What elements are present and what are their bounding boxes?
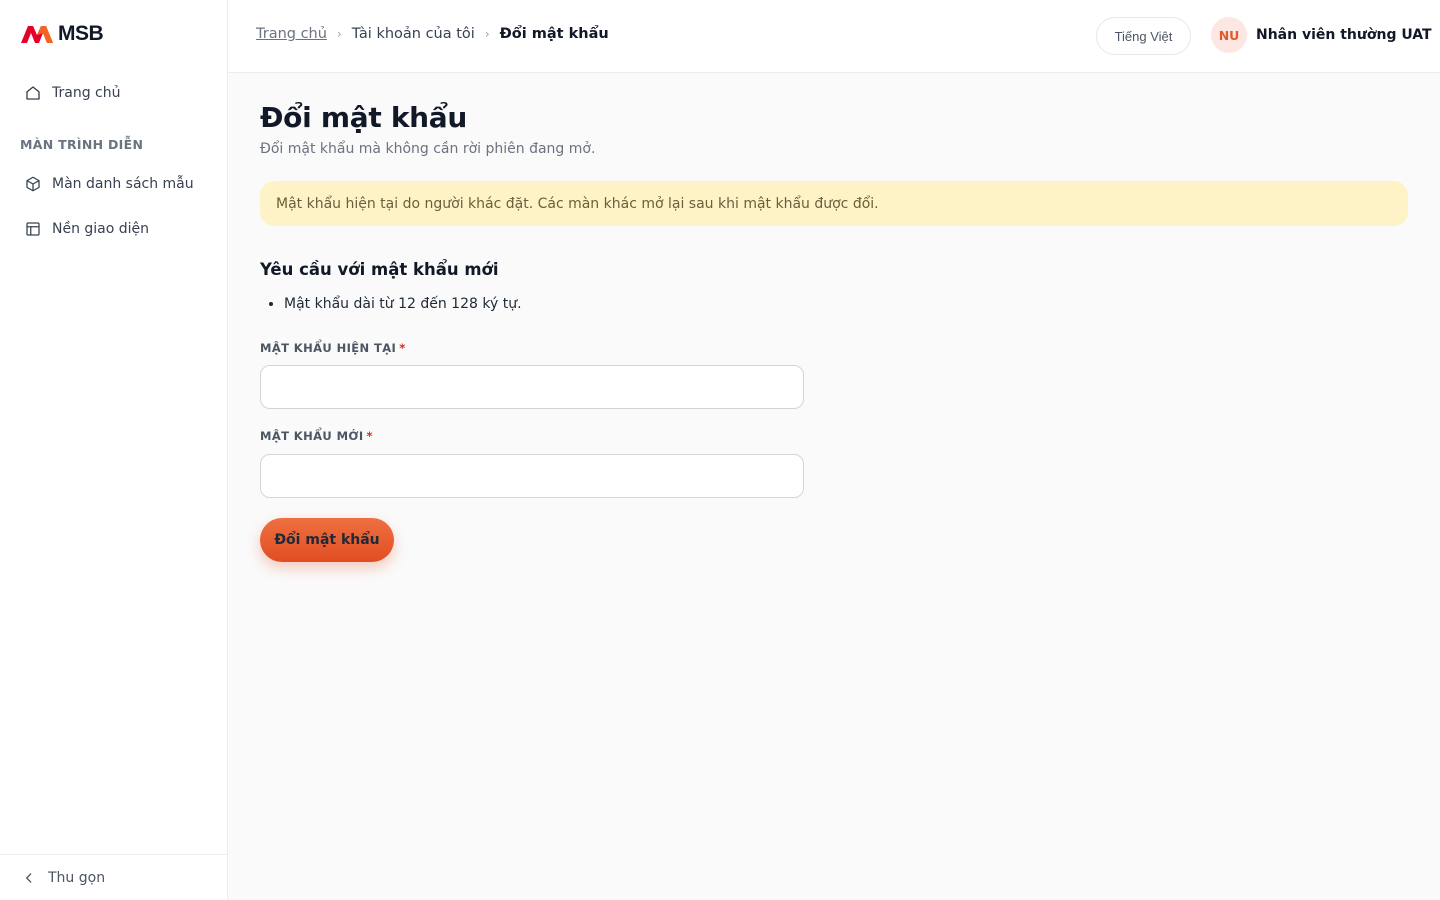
breadcrumb-separator-icon: › [484,27,490,41]
current-password-label-text: MẬT KHẨU HIỆN TẠI [260,341,397,355]
sidebar: MSB Trang chủ MÀN TRÌNH DIỄN Màn danh sá… [0,0,228,900]
top-bar: Trang chủ › Tài khoản của tôi › Đổi mật … [228,0,1440,73]
layout-icon [26,222,40,236]
language-switch-button[interactable]: Tiếng Việt [1096,17,1191,55]
new-password-label-text: MẬT KHẨU MỚI [260,429,364,443]
new-password-input[interactable] [260,454,804,498]
page-title: Đổi mật khẩu [260,101,468,134]
breadcrumb-home-link[interactable]: Trang chủ [256,26,327,42]
collapse-label: Thu gọn [48,869,106,886]
required-mark: * [399,341,406,355]
cube-icon [26,176,40,192]
chevron-left-icon [26,872,32,883]
home-icon [26,86,40,100]
user-name: Nhân viên thường UAT [1256,27,1432,43]
warning-alert: Mật khẩu hiện tại do người khác đặt. Các… [260,181,1408,226]
msb-logo[interactable]: MSB [20,22,104,46]
sidebar-section-title: MÀN TRÌNH DIỄN [20,137,144,152]
breadcrumb: Trang chủ › Tài khoản của tôi › Đổi mật … [256,26,609,42]
alert-text: Mật khẩu hiện tại do người khác đặt. Các… [276,195,879,212]
breadcrumb-current: Đổi mật khẩu [499,26,609,42]
avatar: NU [1211,17,1247,53]
sidebar-item-home[interactable]: Trang chủ [24,84,120,102]
user-menu[interactable]: NU Nhân viên thường UAT [1211,17,1432,53]
sidebar-item-label: Nền giao diện [52,221,150,237]
current-password-input[interactable] [260,365,804,409]
required-mark: * [366,429,373,443]
new-password-label: MẬT KHẨU MỚI * [260,429,373,443]
collapse-sidebar-button[interactable]: Thu gọn [0,854,227,900]
change-password-button[interactable]: Đổi mật khẩu [260,518,394,562]
msb-logo-mark-icon [21,26,53,43]
sidebar-item-label: Trang chủ [52,85,121,101]
breadcrumb-account[interactable]: Tài khoản của tôi [352,26,475,42]
sidebar-item-label: Màn danh sách mẫu [52,176,194,192]
requirements-list: Mật khẩu dài từ 12 đến 128 ký tự. [284,296,522,312]
breadcrumb-separator-icon: › [336,27,342,41]
requirement-item: Mật khẩu dài từ 12 đến 128 ký tự. [284,296,522,312]
brand-name: MSB [58,22,104,45]
requirements-title: Yêu cầu với mật khẩu mới [260,260,499,279]
current-password-label: MẬT KHẨU HIỆN TẠI * [260,341,406,355]
sidebar-item-sample-list[interactable]: Màn danh sách mẫu [24,175,194,193]
page-subtitle: Đổi mật khẩu mà không cần rời phiên đang… [260,141,596,157]
sidebar-item-theme[interactable]: Nền giao diện [24,220,149,238]
